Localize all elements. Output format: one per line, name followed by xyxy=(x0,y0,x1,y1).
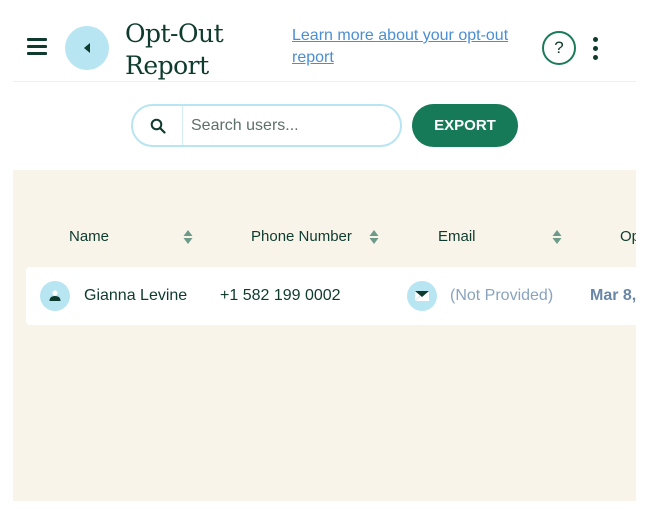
more-options-icon[interactable] xyxy=(591,37,599,61)
table-row[interactable]: Gianna Levine +1 582 199 0002 (Not Provi… xyxy=(26,267,636,325)
email-icon xyxy=(407,281,437,311)
column-header-opt-out-date[interactable]: Op xyxy=(620,227,636,247)
menu-icon[interactable] xyxy=(27,38,47,56)
export-button[interactable]: EXPORT xyxy=(412,104,518,147)
chevron-left-icon xyxy=(84,43,90,53)
sort-icon[interactable] xyxy=(369,229,379,245)
user-avatar-icon xyxy=(40,281,70,311)
search-field[interactable] xyxy=(131,104,402,147)
page-title: Opt-Out Report xyxy=(125,19,224,80)
column-header-phone[interactable]: Phone Number xyxy=(251,227,352,247)
column-header-name[interactable]: Name xyxy=(69,227,109,247)
help-button[interactable]: ? xyxy=(542,31,576,65)
sort-icon[interactable] xyxy=(183,229,193,245)
search-input[interactable] xyxy=(191,114,391,138)
sort-icon[interactable] xyxy=(552,229,562,245)
opt-out-table: Name Phone Number Email Op Gianna Levine… xyxy=(13,170,636,501)
app-header: Opt-Out Report Learn more about your opt… xyxy=(13,0,636,82)
column-header-email[interactable]: Email xyxy=(438,227,476,247)
learn-more-link[interactable]: Learn more about your opt-out report xyxy=(292,25,522,69)
user-name: Gianna Levine xyxy=(84,287,188,304)
user-email: (Not Provided) xyxy=(450,287,554,304)
opt-out-date: Mar 8, xyxy=(590,287,636,304)
search-icon xyxy=(133,106,183,145)
back-button[interactable] xyxy=(65,26,109,70)
user-phone: +1 582 199 0002 xyxy=(220,287,341,304)
